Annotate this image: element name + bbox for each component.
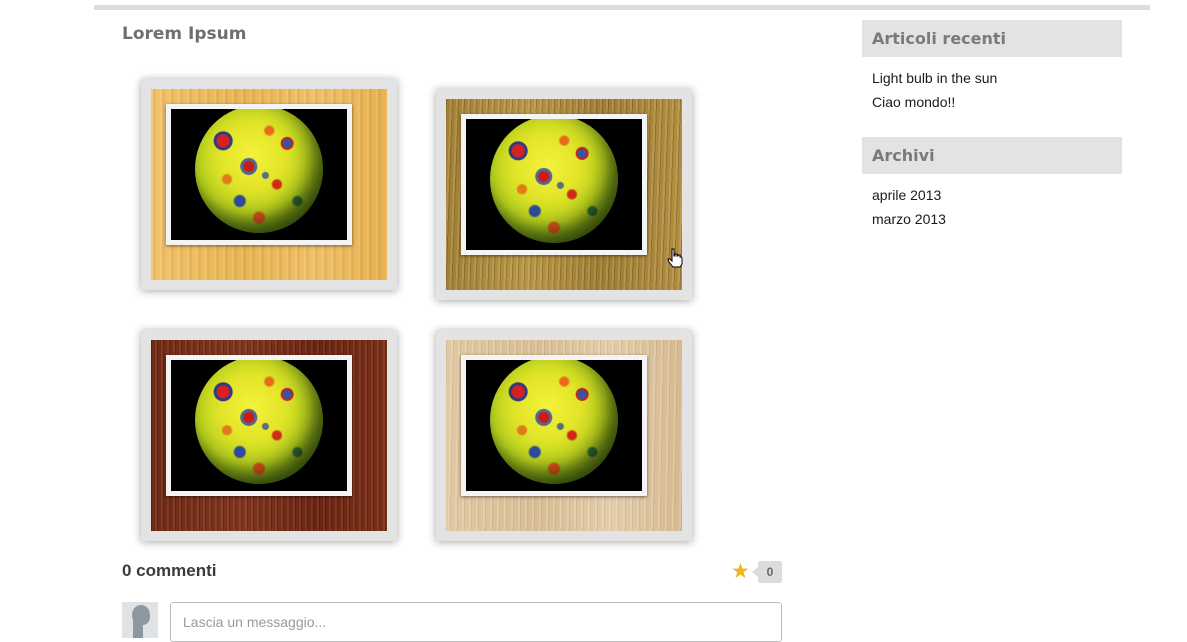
comments-count-title: 0 commenti — [122, 561, 217, 580]
rating-count-badge: 0 — [752, 561, 782, 583]
photo-mat — [166, 104, 352, 245]
star-icon[interactable]: ★ — [731, 560, 750, 584]
comment-input[interactable] — [170, 602, 782, 642]
archives-title: Archivi — [862, 137, 1122, 174]
archive-link[interactable]: marzo 2013 — [872, 210, 946, 228]
header-divider — [94, 5, 1150, 10]
planet-photo — [466, 360, 642, 491]
photo-mat — [166, 355, 352, 496]
archive-link[interactable]: aprile 2013 — [872, 186, 941, 204]
post-title[interactable]: Lorem Ipsum — [122, 24, 247, 44]
hand-cursor-icon — [667, 248, 683, 268]
avatar — [122, 602, 158, 638]
photo-mat — [461, 114, 647, 255]
planet-photo — [171, 109, 347, 240]
planet-photo — [171, 360, 347, 491]
photo-mat — [461, 355, 647, 496]
gallery-thumbnail[interactable] — [436, 330, 692, 541]
gallery-thumbnail[interactable] — [141, 79, 397, 290]
recent-posts-title: Articoli recenti — [862, 20, 1122, 57]
gallery-thumbnail[interactable] — [436, 89, 692, 300]
planet-photo — [466, 119, 642, 250]
recent-post-link[interactable]: Light bulb in the sun — [872, 69, 997, 87]
gallery-thumbnail[interactable] — [141, 330, 397, 541]
recent-post-link[interactable]: Ciao mondo!! — [872, 93, 955, 111]
